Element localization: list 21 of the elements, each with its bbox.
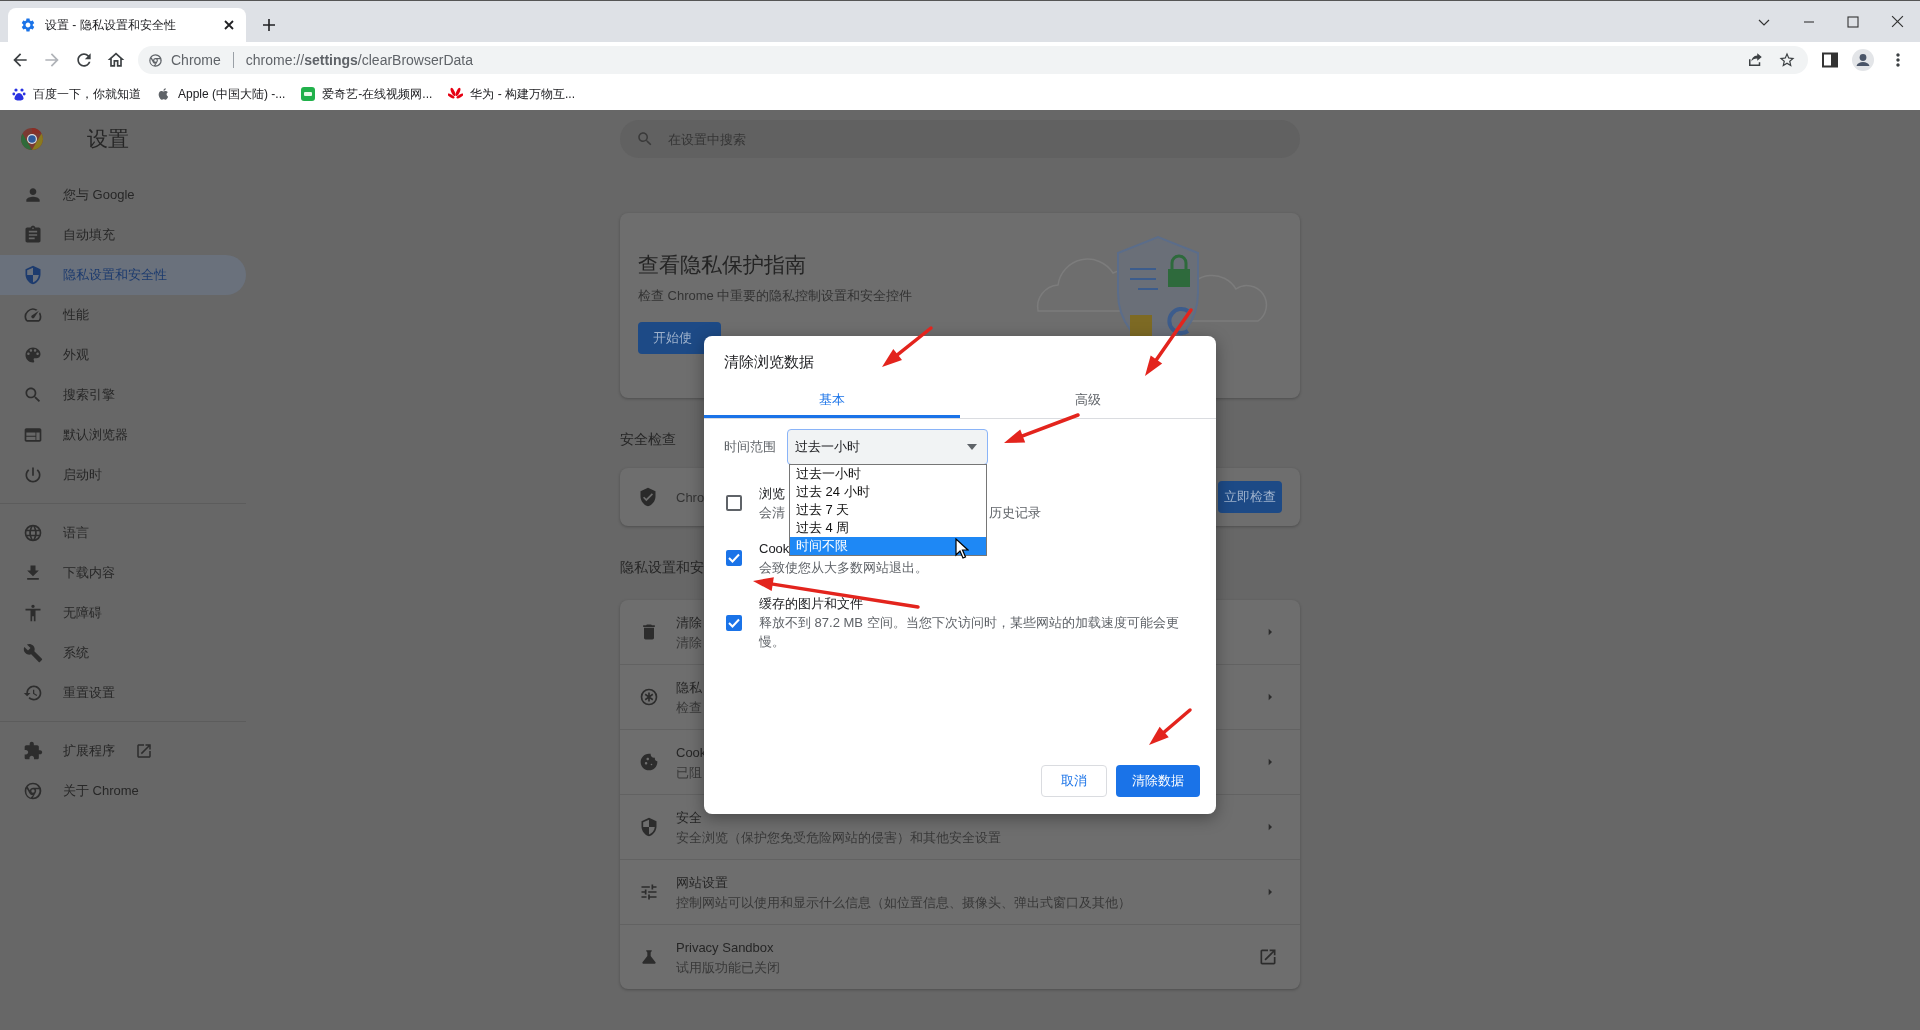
- url-text: chrome://settings/clearBrowserData: [245, 52, 473, 68]
- option-title: Cook: [759, 541, 790, 556]
- section-heading: 隐私设置和安: [620, 558, 704, 577]
- option-description: 释放不到 87.2 MB 空间。当您下次访问时，某些网站的加载速度可能会更慢。: [759, 614, 1179, 651]
- site-label: Chrome: [171, 52, 221, 68]
- row-title: Privacy Sandbox: [676, 938, 774, 956]
- field-label: 时间范围: [724, 438, 777, 456]
- page-title: 设置: [87, 126, 129, 152]
- section-heading: 安全检查: [620, 430, 676, 449]
- option-title: 浏览: [759, 486, 785, 501]
- dialog-title: 清除浏览数据: [724, 352, 814, 372]
- option-description: 会致使您从大多数网站退出。: [759, 559, 928, 577]
- option-description: 历史记录: [989, 504, 1041, 522]
- row-title: 网站设置: [676, 873, 728, 891]
- row-title: 清除: [676, 613, 702, 631]
- card-title: 查看隐私保护指南: [638, 252, 807, 278]
- option-description: 会清: [759, 504, 785, 522]
- row-title: 安全: [676, 808, 702, 826]
- row-title: 隐私: [676, 678, 702, 696]
- card-text: Chro: [676, 489, 705, 505]
- option-title: 缓存的图片和文件: [759, 596, 863, 611]
